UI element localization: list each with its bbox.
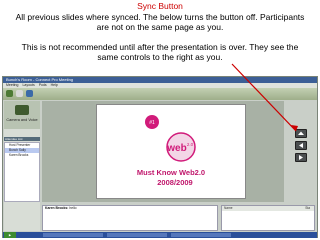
taskbar-item[interactable] xyxy=(171,233,231,237)
caption-line-3: This is not recommended until after the … xyxy=(21,42,299,52)
slide-graphic: #1 web 2.0 Must Know Web2.0 2008/2009 xyxy=(137,115,205,187)
taskbar-item[interactable] xyxy=(43,233,103,237)
windows-taskbar: ▶ xyxy=(3,232,317,238)
share-pod: #1 web 2.0 Must Know Web2.0 2008/2009 xyxy=(42,101,284,202)
slide-heading-1: Must Know Web2.0 xyxy=(137,168,205,177)
caption-line-2: are not on the same page as you. xyxy=(96,22,224,32)
sync-button[interactable] xyxy=(295,129,307,138)
notes-header: Name Sta xyxy=(222,206,314,211)
taskbar-item[interactable] xyxy=(107,233,167,237)
start-button[interactable]: ▶ xyxy=(4,232,16,238)
menu-pods[interactable]: Pods xyxy=(39,83,47,87)
camera-icon[interactable] xyxy=(15,105,29,115)
attendee-list-header: Attendee List xyxy=(4,137,40,141)
previous-slide-button[interactable] xyxy=(295,141,307,150)
caption-line-4: same controls to the right as you. xyxy=(97,52,223,62)
bubble-label: #1 xyxy=(149,120,155,126)
next-slide-button[interactable] xyxy=(295,153,307,162)
menu-help[interactable]: Help xyxy=(51,83,58,87)
presentation-slide: #1 web 2.0 Must Know Web2.0 2008/2009 xyxy=(96,104,246,199)
menu-meeting[interactable]: Meeting xyxy=(6,83,18,87)
chat-message: Karen Brooks: hello xyxy=(43,206,217,211)
attendee-list: Host Presenter Bunch Sally Karen Brooks xyxy=(4,142,40,202)
logo-text: web xyxy=(166,143,186,154)
slide-heading-2: 2008/2009 xyxy=(157,178,192,187)
tool-icon-2[interactable] xyxy=(16,90,23,97)
notes-pod: Name Sta xyxy=(221,205,315,231)
caption-line-1: All previous slides where synced. The be… xyxy=(15,12,305,22)
menu-layouts[interactable]: Layouts xyxy=(22,83,34,87)
chat-text: hello xyxy=(69,206,77,210)
camera-voice-pod: Camera and Voice xyxy=(4,101,40,129)
meeting-screenshot: Bunch's Room - Connect Pro Meeting Meeti… xyxy=(2,76,318,238)
camera-label: Camera and Voice xyxy=(6,118,38,122)
tool-icon-1[interactable] xyxy=(6,90,13,97)
toolbar xyxy=(3,88,317,100)
logo-sup: 2.0 xyxy=(187,142,194,147)
sync-controls xyxy=(289,101,315,202)
chat-pod: Karen Brooks: hello xyxy=(42,205,218,231)
list-item[interactable]: Karen Brooks xyxy=(5,153,39,158)
caption-title: Sync Button xyxy=(137,1,183,11)
notes-col-status: Sta xyxy=(305,206,310,210)
left-column: Camera and Voice Attendee List Host Pres… xyxy=(4,101,40,231)
tool-icon-3[interactable] xyxy=(26,90,33,97)
notes-col-name: Name xyxy=(224,206,233,210)
chat-author: Karen Brooks: xyxy=(45,206,69,210)
